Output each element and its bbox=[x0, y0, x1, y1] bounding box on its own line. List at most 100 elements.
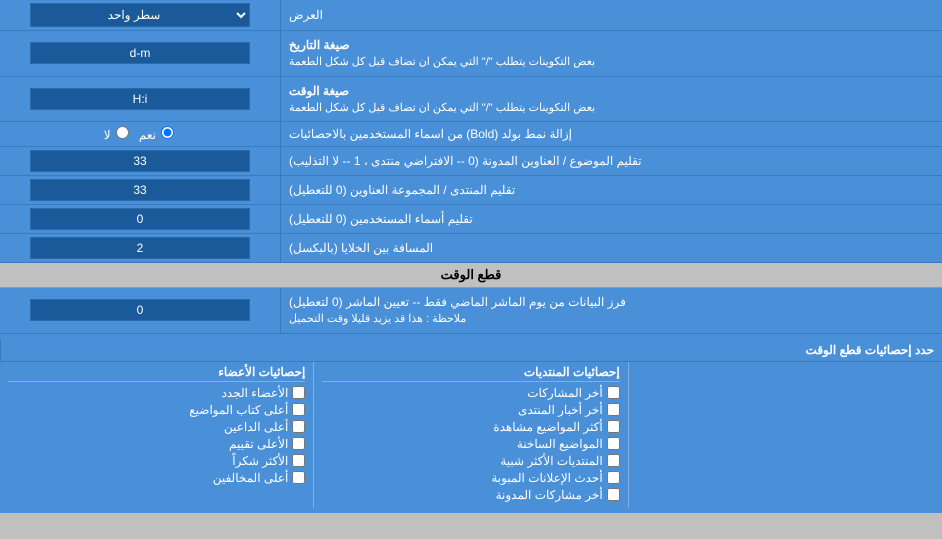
checkbox-item: أكثر المواضيع مشاهدة bbox=[322, 420, 619, 434]
time-format-label: صيغة الوقت بعض التكوينات يتطلب "/" التي … bbox=[280, 77, 942, 122]
checkbox-most-thanks[interactable] bbox=[292, 454, 305, 467]
checkbox-label: أعلى المخالفين bbox=[213, 471, 289, 485]
checkbox-hot-topics[interactable] bbox=[607, 437, 620, 450]
checkbox-top-callers[interactable] bbox=[292, 420, 305, 433]
checkbox-label: الأعضاء الجدد bbox=[222, 386, 289, 400]
checkbox-label: المواضيع الساخنة bbox=[517, 437, 603, 451]
forum-titles-row: تقليم المنتدى / المجموعة العناوين (0 للت… bbox=[0, 176, 942, 205]
radio-yes-label: نعم bbox=[139, 126, 176, 142]
checkbox-label: أعلى كتاب المواضيع bbox=[189, 403, 288, 417]
cutoff-label: فرز البيانات من يوم الماشر الماضي فقط --… bbox=[280, 288, 942, 333]
usernames-row: تقليم أسماء المستخدمين (0 للتعطيل) bbox=[0, 205, 942, 234]
topic-titles-label: تقليم الموضوع / العناوين المدونة (0 -- ا… bbox=[280, 147, 942, 175]
forum-titles-text: تقليم المنتدى / المجموعة العناوين (0 للت… bbox=[289, 183, 515, 197]
checkbox-col-forums: إحصائيات المنتديات أخر المشاركات أخر أخب… bbox=[313, 362, 627, 508]
checkbox-item: المنتديات الأكثر شبية bbox=[322, 454, 619, 468]
checkbox-section-title-text: حدد إحصائيات قطع الوقت bbox=[806, 343, 934, 357]
radio-yes[interactable] bbox=[161, 126, 174, 139]
cell-distance-input-cell bbox=[0, 234, 280, 262]
checkbox-item: المواضيع الساخنة bbox=[322, 437, 619, 451]
usernames-input-cell bbox=[0, 205, 280, 233]
display-input-cell: سطر واحد سطران ثلاثة أسطر bbox=[0, 0, 280, 30]
checkbox-label: الأعلى تقييم bbox=[229, 437, 288, 451]
date-format-sublabel: بعض التكوينات يتطلب "/" التي يمكن ان تضا… bbox=[289, 54, 595, 71]
forum-titles-input-cell bbox=[0, 176, 280, 204]
checkbox-item: أعلى كتاب المواضيع bbox=[8, 403, 305, 417]
bold-remove-radio-group: نعم لا bbox=[104, 126, 177, 142]
bold-remove-label: إزالة نمط بولد (Bold) من اسماء المستخدمي… bbox=[280, 122, 942, 146]
cell-distance-input[interactable] bbox=[30, 237, 250, 259]
topic-titles-text: تقليم الموضوع / العناوين المدونة (0 -- ا… bbox=[289, 154, 642, 168]
cutoff-note: ملاحظة : هذا قد يزيد قليلا وقت التحميل bbox=[289, 311, 466, 328]
checkbox-item: أخر مشاركات المدونة bbox=[322, 488, 619, 502]
usernames-input[interactable] bbox=[30, 208, 250, 230]
bold-remove-input-cell: نعم لا bbox=[0, 122, 280, 146]
date-format-input-cell bbox=[0, 31, 280, 76]
checkbox-most-viewed[interactable] bbox=[607, 420, 620, 433]
time-format-input[interactable] bbox=[30, 88, 250, 110]
display-label: العرض bbox=[280, 0, 942, 30]
checkbox-latest-classifieds[interactable] bbox=[607, 471, 620, 484]
radio-no[interactable] bbox=[116, 126, 129, 139]
bold-remove-text: إزالة نمط بولد (Bold) من اسماء المستخدمي… bbox=[289, 127, 572, 141]
cutoff-title: قطع الوقت bbox=[441, 267, 502, 282]
time-format-row: صيغة الوقت بعض التكوينات يتطلب "/" التي … bbox=[0, 77, 942, 123]
topic-titles-input-cell bbox=[0, 147, 280, 175]
checkbox-section-title: حدد إحصائيات قطع الوقت bbox=[0, 339, 942, 361]
checkbox-most-similar[interactable] bbox=[607, 454, 620, 467]
checkbox-blog-posts[interactable] bbox=[607, 488, 620, 501]
forums-col-header-text: إحصائيات المنتديات bbox=[524, 365, 620, 379]
checkbox-top-violators[interactable] bbox=[292, 471, 305, 484]
topic-titles-row: تقليم الموضوع / العناوين المدونة (0 -- ا… bbox=[0, 147, 942, 176]
cutoff-row: فرز البيانات من يوم الماشر الماضي فقط --… bbox=[0, 288, 942, 334]
topic-titles-input[interactable] bbox=[30, 150, 250, 172]
checkbox-item: الأعضاء الجدد bbox=[8, 386, 305, 400]
date-format-row: صيغة التاريخ بعض التكوينات يتطلب "/" الت… bbox=[0, 31, 942, 77]
checkbox-label: المنتديات الأكثر شبية bbox=[500, 454, 602, 468]
checkbox-item: أعلى الداعين bbox=[8, 420, 305, 434]
date-format-title: صيغة التاريخ bbox=[289, 36, 350, 54]
members-col-header-text: إحصائيات الأعضاء bbox=[218, 365, 305, 379]
checkbox-item: أحدث الإعلانات المبوبة bbox=[322, 471, 619, 485]
checkbox-item: أخر أخبار المنتدى bbox=[322, 403, 619, 417]
checkbox-item: أعلى المخالفين bbox=[8, 471, 305, 485]
time-format-title: صيغة الوقت bbox=[289, 82, 349, 100]
checkbox-new-members[interactable] bbox=[292, 386, 305, 399]
checkbox-label: أكثر المواضيع مشاهدة bbox=[493, 420, 602, 434]
cutoff-input-cell bbox=[0, 288, 280, 333]
bold-remove-row: إزالة نمط بولد (Bold) من اسماء المستخدمي… bbox=[0, 122, 942, 147]
cutoff-section-header: قطع الوقت bbox=[0, 263, 942, 288]
checkbox-top-writers[interactable] bbox=[292, 403, 305, 416]
display-row: العرض سطر واحد سطران ثلاثة أسطر bbox=[0, 0, 942, 31]
checkbox-grid: إحصائيات المنتديات أخر المشاركات أخر أخب… bbox=[0, 362, 942, 508]
display-select[interactable]: سطر واحد سطران ثلاثة أسطر bbox=[30, 3, 250, 27]
checkbox-col-empty bbox=[628, 362, 942, 508]
checkbox-item: الأعلى تقييم bbox=[8, 437, 305, 451]
time-format-sublabel: بعض التكوينات يتطلب "/" التي يمكن ان تضا… bbox=[289, 100, 595, 117]
checkbox-forum-news[interactable] bbox=[607, 403, 620, 416]
usernames-label: تقليم أسماء المستخدمين (0 للتعطيل) bbox=[280, 205, 942, 233]
checkbox-label: أخر مشاركات المدونة bbox=[496, 488, 603, 502]
checkbox-top-rated[interactable] bbox=[292, 437, 305, 450]
radio-no-label: لا bbox=[104, 126, 131, 142]
usernames-text: تقليم أسماء المستخدمين (0 للتعطيل) bbox=[289, 212, 473, 226]
date-format-input[interactable] bbox=[30, 42, 250, 64]
cell-distance-row: المسافة بين الخلايا (بالبكسل) bbox=[0, 234, 942, 263]
checkbox-last-posts[interactable] bbox=[607, 386, 620, 399]
checkbox-col-members: إحصائيات الأعضاء الأعضاء الجدد أعلى كتاب… bbox=[0, 362, 313, 508]
checkbox-item: أخر المشاركات bbox=[322, 386, 619, 400]
cutoff-input[interactable] bbox=[30, 299, 250, 321]
forum-titles-input[interactable] bbox=[30, 179, 250, 201]
date-format-label: صيغة التاريخ بعض التكوينات يتطلب "/" الت… bbox=[280, 31, 942, 76]
checkbox-label: أخر المشاركات bbox=[527, 386, 602, 400]
time-format-input-cell bbox=[0, 77, 280, 122]
checkboxes-section: حدد إحصائيات قطع الوقت إحصائيات المنتديا… bbox=[0, 334, 942, 513]
forums-col-header: إحصائيات المنتديات bbox=[322, 365, 619, 382]
forum-titles-label: تقليم المنتدى / المجموعة العناوين (0 للت… bbox=[280, 176, 942, 204]
checkbox-label: أعلى الداعين bbox=[224, 420, 288, 434]
checkbox-item: الأكثر شكراً bbox=[8, 454, 305, 468]
title-text: العرض bbox=[289, 8, 323, 22]
checkbox-label: أحدث الإعلانات المبوبة bbox=[491, 471, 602, 485]
members-col-header: إحصائيات الأعضاء bbox=[8, 365, 305, 382]
cell-distance-label: المسافة بين الخلايا (بالبكسل) bbox=[280, 234, 942, 262]
